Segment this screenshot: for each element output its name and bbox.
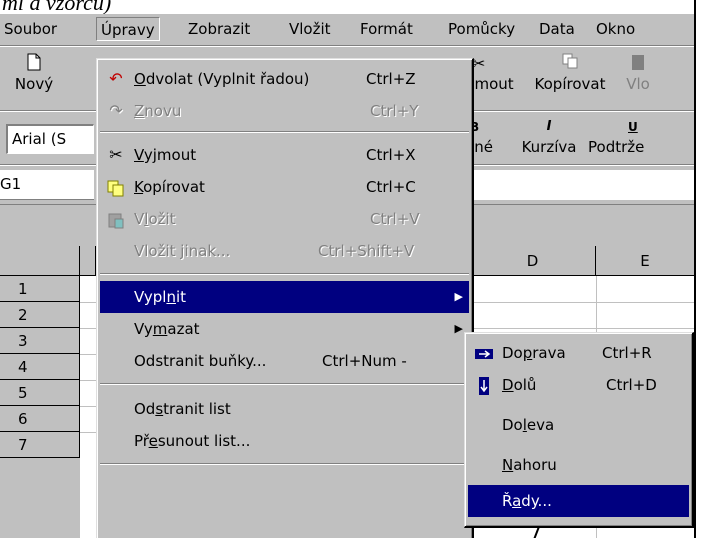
menu-item-fill-left[interactable]: Doleva — [468, 409, 689, 441]
menu-item-cut[interactable]: ✂ Vyjmout Ctrl+X — [100, 139, 469, 171]
menu-separator — [100, 463, 469, 465]
menu-okno[interactable]: Okno — [592, 17, 639, 41]
menu-item-copy[interactable]: Kopírovat Ctrl+C — [100, 171, 469, 203]
arrow-right-icon — [472, 337, 496, 369]
row-header[interactable]: 1 — [0, 276, 80, 302]
frame-border — [694, 0, 696, 538]
redo-shortcut: Ctrl+Y — [370, 102, 419, 120]
paste-shortcut: Ctrl+V — [370, 210, 420, 228]
submenu-arrow-icon: ▶ — [454, 322, 463, 335]
menu-vlozit[interactable]: Vložit — [285, 17, 335, 41]
underline-icon: U — [628, 120, 638, 134]
menu-format[interactable]: Formát — [356, 17, 417, 41]
column-header[interactable] — [80, 246, 96, 276]
menu-separator — [100, 273, 469, 275]
paste-icon — [618, 53, 658, 75]
cut-shortcut: Ctrl+X — [366, 146, 416, 164]
paste-button[interactable]: Vlo — [618, 53, 658, 93]
menu-separator — [100, 383, 469, 385]
menu-item-fill-right[interactable]: Doprava Ctrl+R — [468, 337, 689, 369]
menu-item-move-sheet[interactable]: Přesunout list... — [100, 425, 469, 457]
menu-pomucky[interactable]: Pomůcky — [444, 17, 519, 41]
paste-special-shortcut: Ctrl+Shift+V — [318, 242, 415, 260]
scissors-icon: ✂ — [109, 145, 123, 164]
arrow-down-icon — [472, 369, 496, 401]
undo-icon: ↶ — [109, 69, 123, 88]
column-header-d[interactable]: D — [470, 246, 596, 276]
fill-down-shortcut: Ctrl+D — [606, 376, 657, 394]
menu-item-fill-down[interactable]: Dolů Ctrl+D — [468, 369, 689, 401]
row-header[interactable]: 4 — [0, 354, 80, 380]
row-header[interactable]: 2 — [0, 302, 80, 328]
menu-item-fill-up[interactable]: Nahoru — [468, 449, 689, 481]
row-header[interactable]: 6 — [0, 406, 80, 432]
italic-icon: I — [546, 119, 552, 134]
undo-shortcut: Ctrl+Z — [366, 70, 416, 88]
fill-submenu: Doprava Ctrl+R Dolů Ctrl+D Doleva Nahoru… — [464, 332, 694, 528]
caption-fragment: ml a vzorců) — [0, 0, 702, 14]
row-header-column: 1 2 3 4 5 6 7 — [0, 276, 80, 538]
caption-text: ml a vzorců) — [2, 0, 112, 14]
submenu-arrow-icon: ▶ — [454, 290, 463, 303]
menu-item-undo[interactable]: ↶ Odvolat (Vyplnit řadou) Ctrl+Z — [100, 63, 469, 95]
fill-right-shortcut: Ctrl+R — [602, 344, 652, 362]
menu-upravy[interactable]: Úpravy — [96, 17, 160, 41]
copy-icon — [528, 53, 612, 75]
new-button[interactable]: Nový — [6, 53, 62, 93]
row-header[interactable]: 5 — [0, 380, 80, 406]
application-window: Soubor Úpravy Zobrazit Vložit Formát Pom… — [0, 14, 694, 538]
menu-item-fill-series[interactable]: Řady... — [468, 485, 689, 517]
delete-cells-shortcut: Ctrl+Num - — [322, 352, 407, 370]
new-label: Nový — [14, 75, 54, 93]
italic-button[interactable]: I Kurzíva — [516, 116, 582, 156]
menu-item-paste-special[interactable]: Vložit jinak... Ctrl+Shift+V — [100, 235, 469, 267]
row-header[interactable]: 3 — [0, 328, 80, 354]
underline-button[interactable]: U Podtrže — [584, 116, 694, 156]
menu-data[interactable]: Data — [535, 17, 579, 41]
menu-item-redo[interactable]: ↷ Znovu Ctrl+Y — [100, 95, 469, 127]
font-name-combo[interactable]: Arial (S — [6, 124, 94, 154]
copy-icon — [104, 171, 128, 203]
menu-separator — [100, 131, 469, 133]
copy-label: Kopírovat — [534, 75, 606, 93]
italic-label: Kurzíva — [521, 138, 577, 156]
edit-menu-dropdown: ↶ Odvolat (Vyplnit řadou) Ctrl+Z ↷ Znovu… — [96, 58, 474, 538]
name-box[interactable]: G1 — [0, 170, 94, 200]
menu-item-fill[interactable]: Vyplnit ▶ — [100, 281, 469, 313]
copy-button[interactable]: Kopírovat — [528, 53, 612, 93]
column-header-e[interactable]: E — [596, 246, 694, 276]
toolbar-separator — [0, 45, 694, 47]
copy-shortcut: Ctrl+C — [366, 178, 416, 196]
menu-item-clear[interactable]: Vymazat ▶ — [100, 313, 469, 345]
menu-zobrazit[interactable]: Zobrazit — [184, 17, 254, 41]
formula-input[interactable] — [468, 170, 694, 200]
row-header[interactable]: 7 — [0, 432, 80, 458]
underline-label: Podtrže — [588, 138, 645, 156]
paste-label: Vlo — [626, 75, 650, 93]
select-all-corner[interactable] — [0, 246, 80, 276]
menu-bar: Soubor Úpravy Zobrazit Vložit Formát Pom… — [0, 14, 694, 44]
new-document-icon — [6, 53, 62, 75]
menu-soubor[interactable]: Soubor — [0, 17, 61, 41]
paste-icon — [104, 203, 128, 235]
menu-item-paste[interactable]: Vložit Ctrl+V — [100, 203, 469, 235]
menu-item-delete-cells[interactable]: Odstranit buňky... Ctrl+Num - — [100, 345, 469, 377]
redo-icon: ↷ — [109, 101, 123, 120]
menu-item-delete-sheet[interactable]: Odstranit list — [100, 393, 469, 425]
